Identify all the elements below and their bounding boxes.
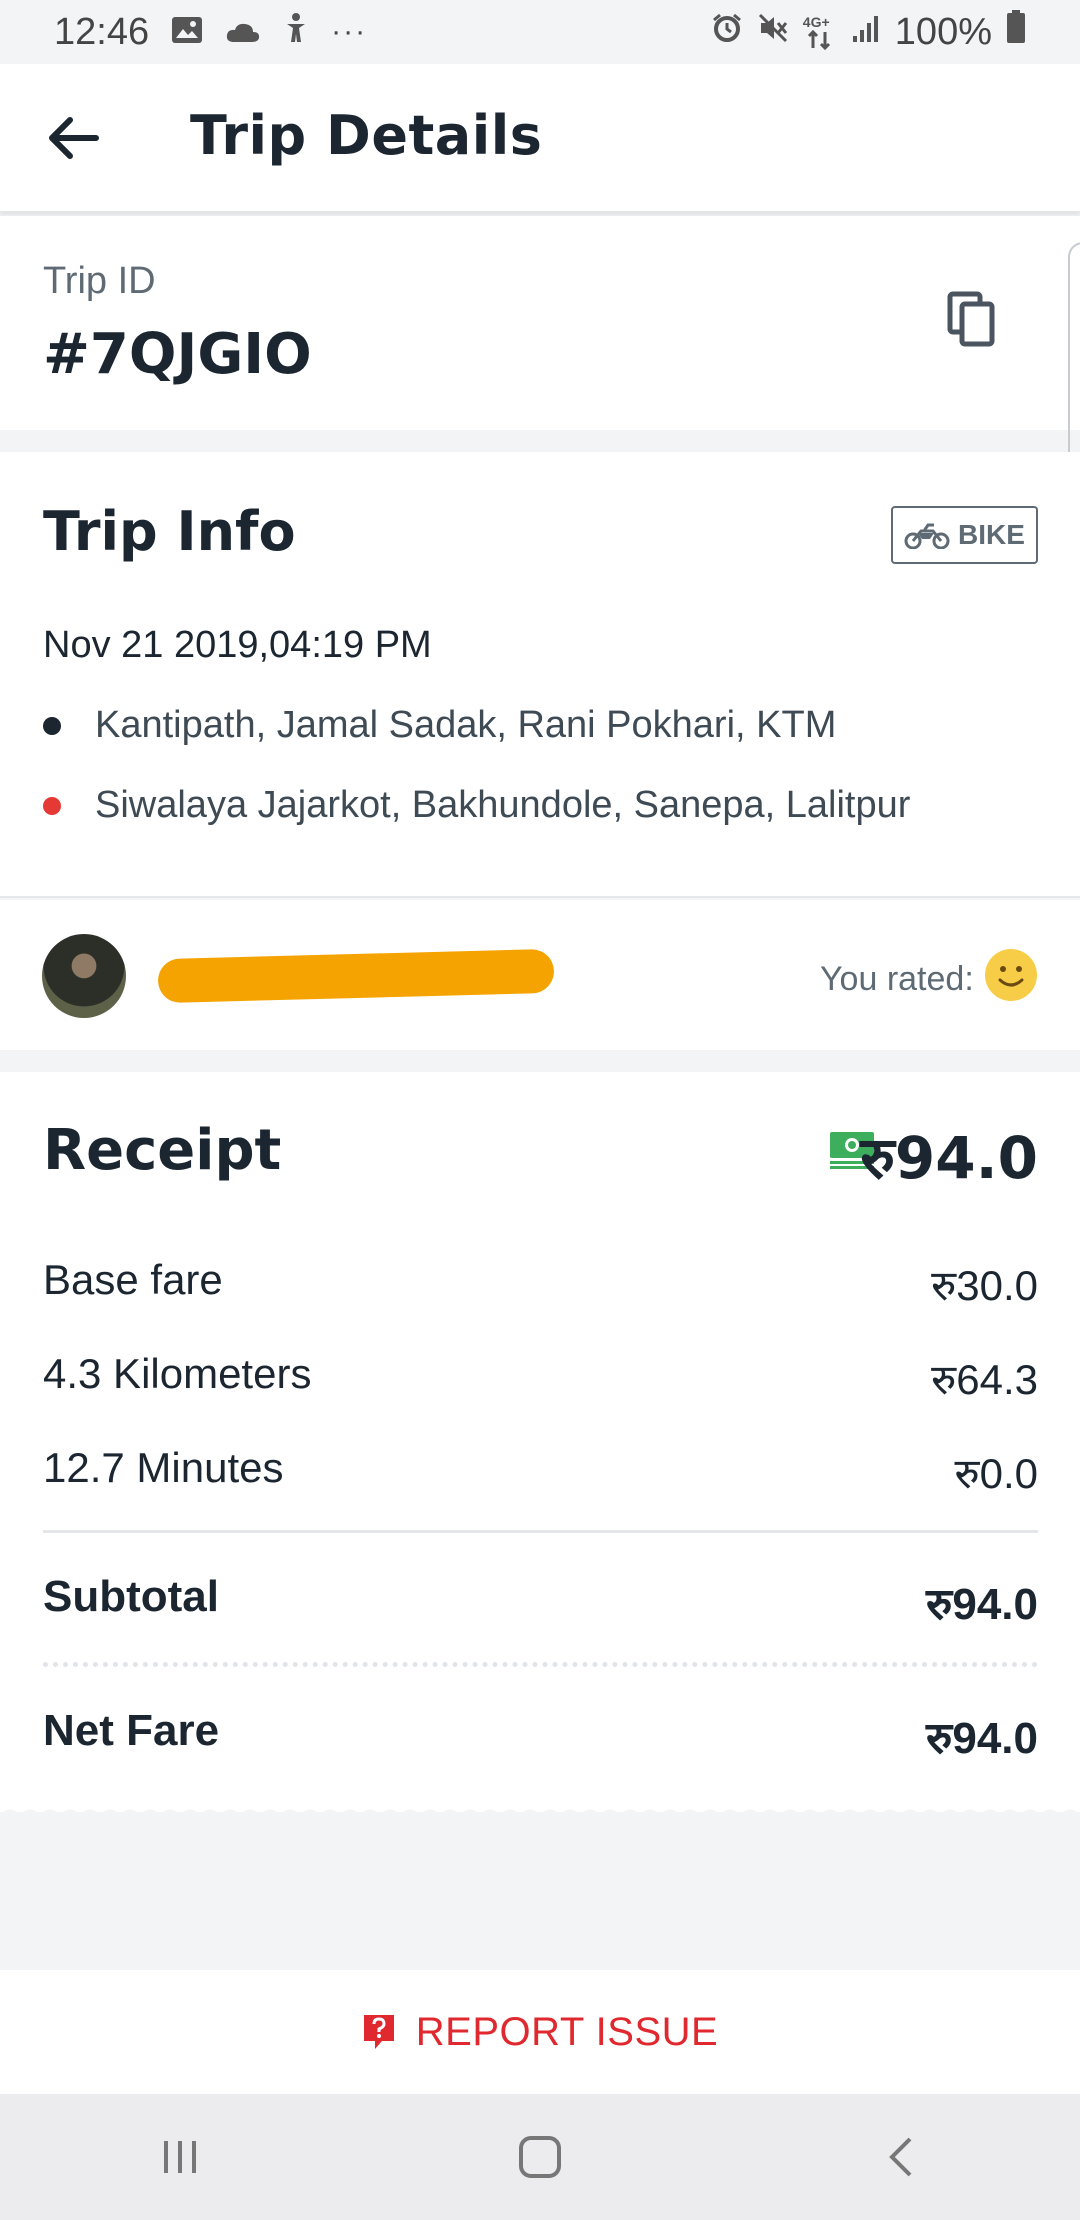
fare-label: 12.7 Minutes [43, 1444, 284, 1491]
signal-icon [851, 11, 881, 54]
fare-row: 4.3 Kilometers रु64.3 [43, 1350, 1038, 1407]
status-bar: 12:46 ··· 4G+ 100% [0, 0, 1080, 64]
home-button[interactable] [490, 2107, 590, 2207]
subtotal-row: Subtotal रु94.0 [43, 1572, 1038, 1632]
subtotal-label: Subtotal [43, 1572, 219, 1621]
fare-row: Base fare रु30.0 [43, 1256, 1038, 1313]
pickup-address: Kantipath, Jamal Sadak, Rani Pokhari, KT… [95, 704, 837, 746]
drop-dot-icon [43, 796, 61, 815]
receipt-title: Receipt [43, 1118, 282, 1183]
trip-id-label: Trip ID [43, 260, 156, 302]
fare-label: 4.3 Kilometers [43, 1350, 312, 1397]
home-icon [519, 2136, 561, 2178]
back-button[interactable] [42, 106, 106, 170]
drop-address: Siwalaya Jajarkot, Bakhundole, Sanepa, L… [95, 784, 911, 826]
system-back-button[interactable] [850, 2107, 950, 2207]
receipt-torn-edge [0, 1800, 1080, 1820]
copy-icon [947, 291, 995, 347]
subtotal-value: रु94.0 [926, 1580, 1038, 1629]
vehicle-type-badge: BIKE [891, 506, 1038, 564]
report-issue-button[interactable]: REPORT ISSUE [0, 1970, 1080, 2094]
divider [43, 1530, 1038, 1533]
motorbike-icon [904, 523, 950, 549]
trip-id-value: #7QJGIO [43, 322, 312, 387]
trip-info-title: Trip Info [43, 500, 296, 563]
report-issue-label: REPORT ISSUE [415, 2009, 719, 2054]
fare-row: 12.7 Minutes रु0.0 [43, 1444, 1038, 1501]
pickup-dot-icon [43, 716, 61, 735]
trip-info-card: Trip Info BIKE Nov 21 2019,04:19 PM Kant… [0, 452, 1080, 898]
pickup-location: Kantipath, Jamal Sadak, Rani Pokhari, KT… [43, 704, 836, 747]
drop-location: Siwalaya Jajarkot, Bakhundole, Sanepa, L… [43, 784, 910, 827]
fare-value: रु64.3 [931, 1356, 1038, 1403]
trip-datetime: Nov 21 2019,04:19 PM [43, 624, 432, 666]
status-time: 12:46 [54, 10, 150, 53]
battery-icon [1006, 10, 1026, 54]
net-fare-value: रु94.0 [926, 1714, 1038, 1763]
vehicle-type-label: BIKE [958, 519, 1025, 550]
battery-percent: 100% [894, 10, 992, 53]
accessibility-icon [283, 11, 309, 54]
alarm-icon [711, 11, 743, 54]
recent-apps-button[interactable] [130, 2107, 230, 2207]
recents-icon [164, 2141, 196, 2173]
app-bar: Trip Details [0, 64, 1080, 212]
net-fare-label: Net Fare [43, 1706, 220, 1755]
gallery-icon [171, 11, 203, 54]
report-question-icon [363, 2015, 394, 2049]
receipt-card: Receipt रु94.0 Base fare रु30.0 4.3 Kilo… [0, 1072, 1080, 1812]
driver-card: You rated: [0, 900, 1080, 1050]
system-nav-bar [0, 2094, 1080, 2220]
more-notifications-icon: ··· [331, 15, 368, 48]
page-title: Trip Details [190, 104, 543, 167]
cloud-icon [225, 11, 261, 54]
chevron-left-icon [889, 2137, 912, 2177]
driver-avatar [42, 934, 126, 1018]
network-type-icon: 4G+ [803, 14, 837, 50]
arrow-left-icon [49, 117, 99, 159]
fare-value: रु0.0 [954, 1450, 1038, 1497]
smiley-rating-icon [985, 949, 1037, 1001]
fare-value: रु30.0 [931, 1262, 1038, 1309]
rated-label: You rated: [820, 960, 974, 998]
receipt-total: रु94.0 [860, 1124, 1038, 1192]
redacted-driver-name [157, 948, 555, 1004]
copy-trip-id-button[interactable] [944, 290, 1008, 354]
dotted-divider [43, 1662, 1038, 1667]
trip-id-card: Trip ID #7QJGIO [0, 216, 1080, 430]
mute-icon [757, 11, 789, 54]
fare-label: Base fare [43, 1256, 223, 1303]
net-fare-row: Net Fare रु94.0 [43, 1706, 1038, 1766]
